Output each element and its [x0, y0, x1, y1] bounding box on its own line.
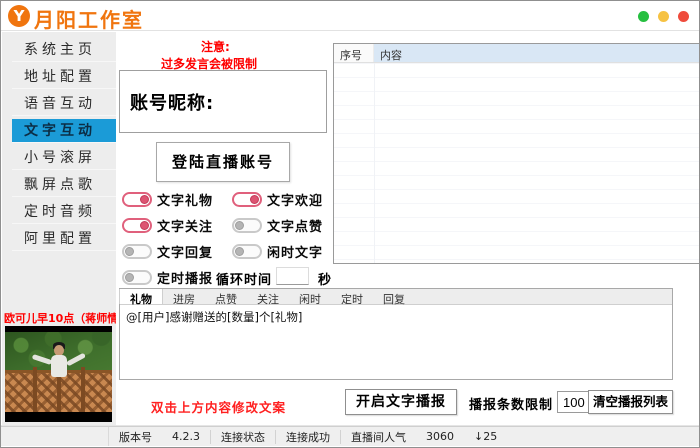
table-body-empty [334, 63, 700, 263]
tab-like[interactable]: 点赞 [205, 289, 247, 304]
app-logo-icon: Y [8, 5, 30, 27]
toggle-label: 文字点赞 [267, 216, 323, 235]
template-text-content[interactable]: @[用户]感谢赠送的[数量]个[礼物] [120, 305, 672, 329]
table-header-row: 序号 内容 类型 [334, 44, 700, 63]
toggle-label: 文字回复 [157, 242, 213, 261]
tab-enter-room[interactable]: 进房 [163, 289, 205, 304]
switch-on-icon [122, 192, 152, 207]
switch-off-icon [232, 218, 262, 233]
traffic-light-green-icon[interactable] [638, 11, 649, 22]
title-bar: Y 月阳工作室 [1, 1, 699, 31]
column-header-content[interactable]: 内容 [374, 44, 700, 62]
sidebar-item-system-home[interactable]: 系统主页 [12, 38, 116, 62]
down-arrow-icon: ↓25 [464, 430, 507, 443]
toggle-idle-text[interactable]: 闲时文字 [232, 241, 323, 261]
clear-broadcast-list-button[interactable]: 清空播报列表 [588, 390, 673, 414]
toggle-text-gift[interactable]: 文字礼物 [122, 189, 213, 209]
switch-off-icon [232, 244, 262, 259]
cycle-time-label: 循环时间 [216, 269, 272, 288]
down-count: 25 [483, 430, 497, 443]
login-live-account-button[interactable]: 登陆直播账号 [156, 142, 290, 182]
sidebar-item-float-song[interactable]: 飘屏点歌 [12, 173, 116, 197]
column-divider [374, 63, 375, 263]
toggle-label: 文字欢迎 [267, 190, 323, 209]
app-title: 月阳工作室 [34, 4, 144, 33]
toggle-label: 文字礼物 [157, 190, 213, 209]
template-tab-strip: 礼物 进房 点赞 关注 闲时 定时 回复 [120, 289, 672, 305]
switch-off-icon [122, 244, 152, 259]
status-bar: 版本号 4.2.3 连接状态 连接成功 直播间人气 3060 ↓25 [1, 426, 699, 446]
sidebar-item-alt-scroll[interactable]: 小号滚屏 [12, 146, 116, 170]
traffic-light-yellow-icon[interactable] [658, 11, 669, 22]
video-scene [5, 332, 112, 412]
tab-reply[interactable]: 回复 [373, 289, 415, 304]
toggle-text-reply[interactable]: 文字回复 [122, 241, 213, 261]
version-label: 版本号 [109, 429, 162, 445]
connection-status: 连接成功 [276, 429, 340, 445]
main-content: 注意: 过多发言会被限制 账号昵称: 登陆直播账号 文字礼物 文字欢迎 文字关注… [116, 32, 700, 427]
dancer-torso [51, 355, 67, 377]
popularity-value: 3060 [416, 430, 464, 443]
promo-marquee-text: 欧可儿早10点（蒋师情感小 [4, 310, 116, 326]
notice-title: 注意: [201, 38, 230, 55]
fence-post [81, 367, 85, 412]
live-video-preview[interactable] [5, 326, 112, 422]
app-window: Y 月阳工作室 系统主页 地址配置 语音互动 文字互动 小号滚屏 飘屏点歌 定时… [0, 0, 700, 448]
version-value: 4.2.3 [162, 430, 210, 443]
connection-label: 连接状态 [211, 429, 275, 445]
toggle-text-welcome[interactable]: 文字欢迎 [232, 189, 323, 209]
sidebar-item-ali-config[interactable]: 阿里配置 [12, 227, 116, 251]
edit-hint-text: 双击上方内容修改文案 [151, 397, 286, 416]
cycle-time-unit: 秒 [318, 269, 331, 288]
tab-gift[interactable]: 礼物 [119, 289, 163, 304]
sidebar-item-text-interact[interactable]: 文字互动 [12, 119, 116, 143]
column-header-index[interactable]: 序号 [334, 44, 374, 62]
tab-idle[interactable]: 闲时 [289, 289, 331, 304]
sidebar: 系统主页 地址配置 语音互动 文字互动 小号滚屏 飘屏点歌 定时音频 阿里配置 … [2, 32, 116, 427]
account-nickname-label: 账号昵称: [130, 89, 214, 115]
template-panel: 礼物 进房 点赞 关注 闲时 定时 回复 @[用户]感谢赠送的[数量]个[礼物] [119, 288, 673, 380]
toggle-label: 定时播报 [157, 268, 213, 287]
toggle-label: 闲时文字 [267, 242, 323, 261]
tab-timed[interactable]: 定时 [331, 289, 373, 304]
broadcast-table[interactable]: 序号 内容 类型 [333, 43, 700, 264]
sidebar-item-voice-interact[interactable]: 语音互动 [12, 92, 116, 116]
toggle-text-like[interactable]: 文字点赞 [232, 215, 323, 235]
fence-post [33, 367, 37, 412]
statusbar-spacer [1, 427, 109, 446]
toggle-label: 文字关注 [157, 216, 213, 235]
down-arrow-glyph: ↓ [474, 430, 483, 443]
switch-off-icon [122, 270, 152, 285]
start-text-broadcast-button[interactable]: 开启文字播报 [345, 389, 457, 415]
switch-on-icon [232, 192, 262, 207]
switch-on-icon [122, 218, 152, 233]
tab-follow[interactable]: 关注 [247, 289, 289, 304]
cycle-time-input[interactable] [276, 267, 309, 285]
toggle-timed-broadcast[interactable]: 定时播报 [122, 267, 213, 287]
account-nickname-panel: 账号昵称: [119, 70, 327, 133]
popularity-label: 直播间人气 [341, 429, 416, 445]
sidebar-item-address-config[interactable]: 地址配置 [12, 65, 116, 89]
sidebar-item-timed-audio[interactable]: 定时音频 [12, 200, 116, 224]
traffic-light-red-icon[interactable] [678, 11, 689, 22]
toggle-text-follow[interactable]: 文字关注 [122, 215, 213, 235]
broadcast-limit-label: 播报条数限制 [469, 394, 553, 413]
